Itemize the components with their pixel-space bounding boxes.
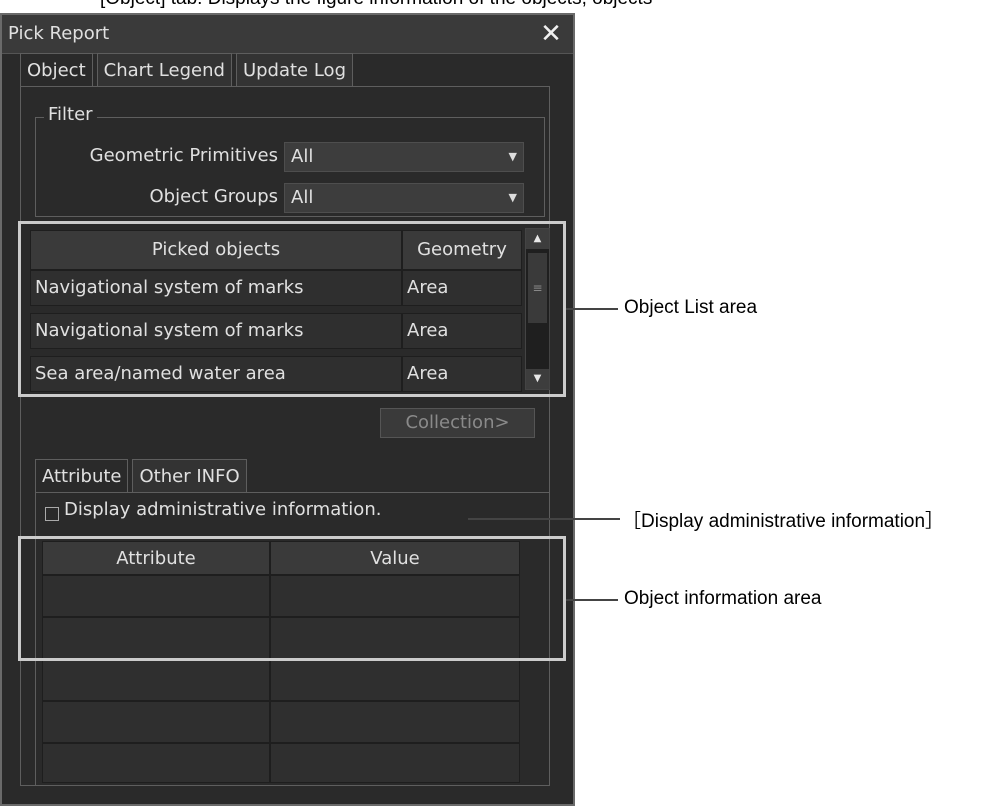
sub-tab-bar: Attribute Other INFO [35, 459, 251, 492]
object-info-callout: Object information area [624, 588, 822, 609]
attribute-row-value[interactable] [270, 701, 520, 743]
chevron-down-icon: ▼ [508, 191, 517, 204]
title-bar: Pick Report ✕ [2, 15, 573, 54]
object-groups-label: Object Groups [149, 186, 278, 207]
tab-other-info[interactable]: Other INFO [132, 459, 247, 492]
object-list-callout: Object List area [624, 297, 758, 318]
window-title: Pick Report [8, 23, 110, 44]
admin-info-callout: ［Display administrative information］ [622, 511, 945, 532]
main-tab-bar: Object Chart Legend Update Log [20, 53, 357, 87]
attribute-row-name[interactable] [42, 743, 270, 783]
object-info-leader-line [566, 599, 618, 601]
admin-info-leader-line [468, 518, 620, 520]
object-list-highlight [18, 221, 566, 397]
tab-chart-legend[interactable]: Chart Legend [96, 53, 232, 87]
filter-legend: Filter [44, 104, 97, 125]
chevron-down-icon: ▼ [508, 150, 517, 163]
tab-object[interactable]: Object [20, 53, 93, 87]
tab-attribute[interactable]: Attribute [35, 459, 129, 492]
close-icon[interactable]: ✕ [536, 19, 566, 49]
admin-info-checkbox[interactable] [45, 507, 59, 521]
tab-update-log[interactable]: Update Log [235, 53, 353, 87]
object-groups-select[interactable]: All ▼ [284, 183, 524, 213]
collection-button[interactable]: Collection> [380, 408, 535, 438]
attribute-row-value[interactable] [270, 743, 520, 783]
attribute-row-value[interactable] [270, 659, 520, 701]
document-header-text: [Object] tab: Displays the figure inform… [100, 0, 652, 10]
admin-info-label[interactable]: Display administrative information. [64, 499, 381, 520]
geometric-primitives-value: All [291, 146, 314, 167]
object-list-leader-line [566, 308, 618, 310]
object-groups-value: All [291, 187, 314, 208]
geometric-primitives-select[interactable]: All ▼ [284, 142, 524, 172]
attribute-row-name[interactable] [42, 701, 270, 743]
geometric-primitives-label: Geometric Primitives [89, 145, 278, 166]
object-info-highlight [18, 536, 566, 661]
attribute-row-name[interactable] [42, 659, 270, 701]
document-header: [Object] tab: Displays the figure inform… [0, 0, 1006, 12]
